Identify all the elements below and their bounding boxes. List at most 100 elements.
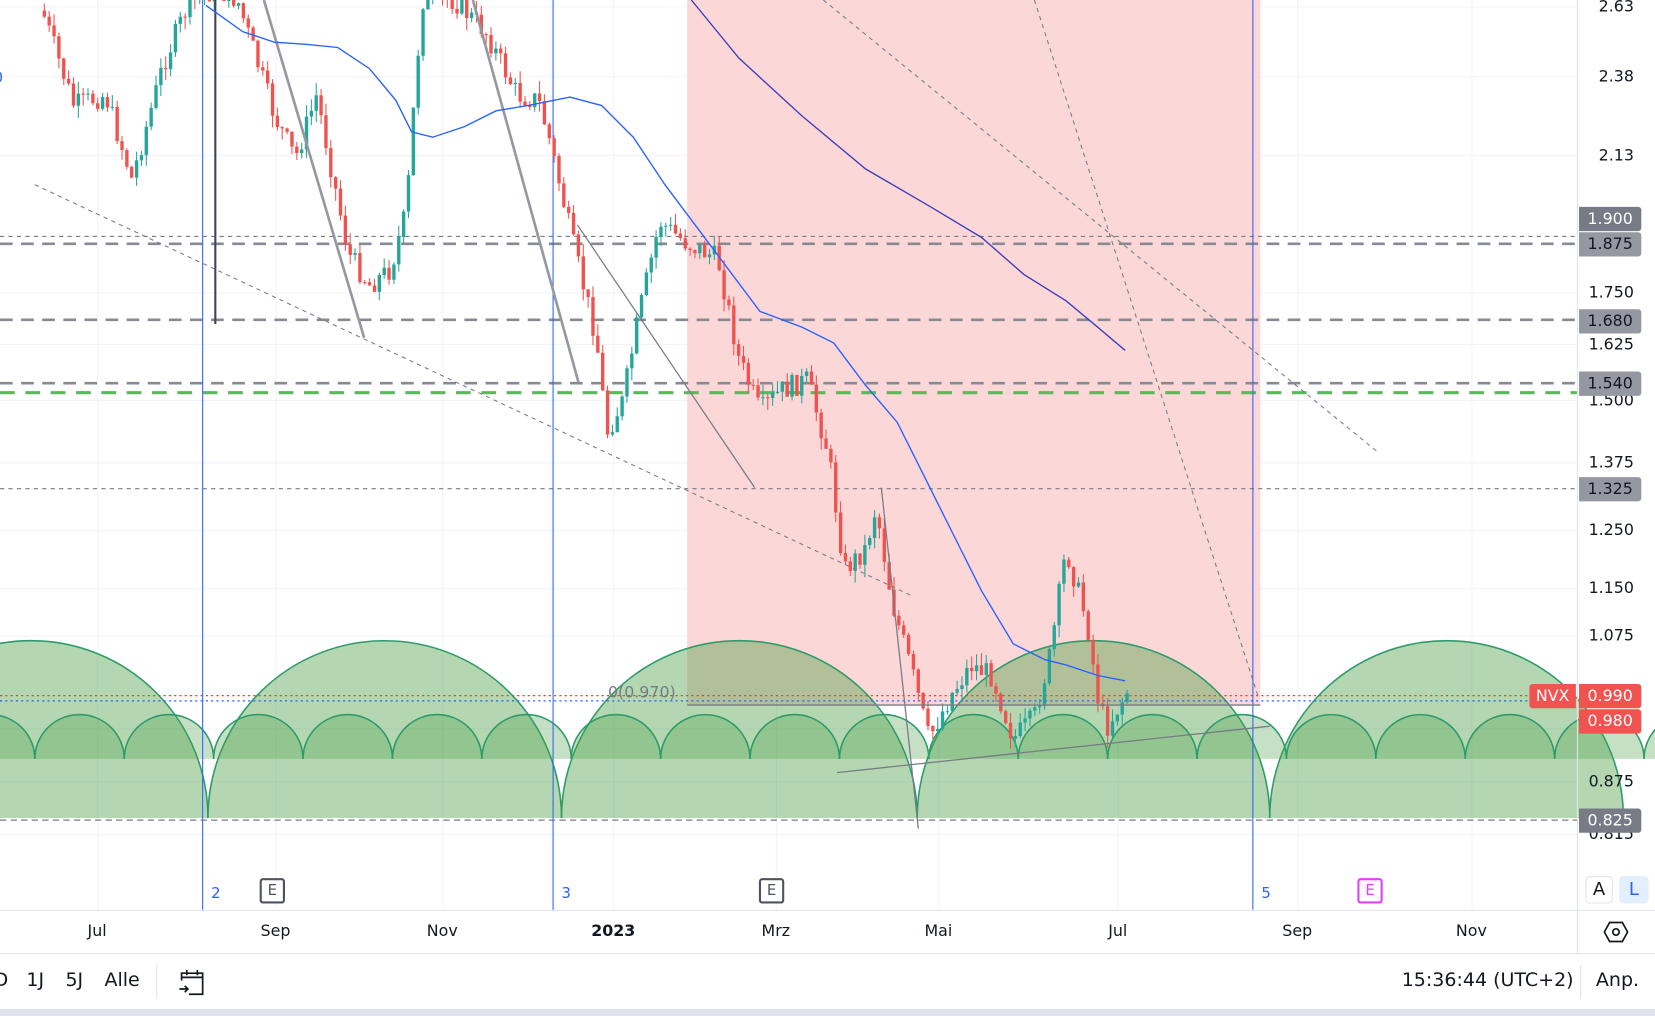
candle-body xyxy=(911,654,916,670)
candle-body xyxy=(105,97,110,108)
candle-body xyxy=(1062,559,1066,584)
price-chart[interactable]: 0(0.970) xyxy=(0,0,1655,1016)
candle-body xyxy=(261,67,265,71)
candle-body xyxy=(994,686,998,694)
candle-body xyxy=(542,101,547,125)
candle-body xyxy=(770,392,775,398)
candle-body xyxy=(81,93,85,95)
range-button-1j[interactable]: 1J xyxy=(26,969,44,991)
candle-body xyxy=(173,23,178,53)
range-button-d[interactable]: D xyxy=(0,969,8,991)
candle-body xyxy=(222,0,226,1)
range-button-all[interactable]: Alle xyxy=(104,969,139,991)
adjust-button[interactable]: Anp. xyxy=(1596,969,1639,991)
price-label-box: 1.900 xyxy=(1579,206,1642,232)
candle-body xyxy=(275,115,280,128)
candle-body xyxy=(343,215,348,245)
calendar-arrow-icon[interactable] xyxy=(176,966,208,998)
candle-body xyxy=(902,625,906,635)
candle-body xyxy=(678,233,683,239)
candle-body xyxy=(100,97,105,109)
earnings-marker[interactable]: E xyxy=(758,878,785,904)
candle-body xyxy=(751,384,755,386)
candle-body xyxy=(756,385,760,398)
candle-body xyxy=(829,448,833,463)
candle-body xyxy=(110,106,114,108)
candle-body xyxy=(970,667,974,672)
candle-body xyxy=(620,396,624,417)
candle-body xyxy=(858,553,862,565)
candle-body xyxy=(1052,625,1056,650)
log-scale-button[interactable]: L xyxy=(1619,876,1649,904)
candle-body xyxy=(460,0,464,14)
candle-body xyxy=(533,93,537,108)
candle-body xyxy=(698,244,702,254)
candle-body xyxy=(314,95,318,111)
candle-body xyxy=(615,416,619,433)
candle-body xyxy=(897,615,901,626)
candle-body xyxy=(868,538,872,546)
candle-body xyxy=(338,188,343,216)
candle-body xyxy=(91,93,95,104)
cycle-arcs xyxy=(0,639,1655,819)
toolbar-divider xyxy=(1580,964,1582,999)
time-tick-label: Jul xyxy=(1108,921,1128,941)
candle-body xyxy=(664,225,668,227)
candle-body xyxy=(1120,702,1124,715)
settings-icon[interactable] xyxy=(1603,920,1629,943)
price-label-box: 0.990 xyxy=(1579,683,1642,709)
candle-body xyxy=(610,432,615,435)
candle-body xyxy=(236,3,241,6)
candle-body xyxy=(246,18,250,28)
candle-body xyxy=(916,669,920,693)
auto-scale-button[interactable]: A xyxy=(1585,876,1613,904)
candle-body xyxy=(168,52,173,70)
candle-body xyxy=(673,224,678,234)
candle-body xyxy=(71,83,76,106)
candle-body xyxy=(843,552,848,562)
candle-body xyxy=(178,16,182,24)
candle-body xyxy=(940,711,945,730)
candle-body xyxy=(372,285,377,292)
candle-body xyxy=(1033,707,1037,711)
candle-body xyxy=(736,344,741,356)
candle-body xyxy=(634,317,639,354)
candle-body xyxy=(819,412,823,439)
candle-body xyxy=(1018,722,1022,737)
candle-body xyxy=(392,264,396,280)
candle-body xyxy=(809,371,814,385)
range-button-5j[interactable]: 5J xyxy=(65,969,83,991)
time-tick-label: Nov xyxy=(426,921,458,941)
chart-window: 0(0.970) 0 2.632.382.131.7501.6251.5001.… xyxy=(0,0,1655,1016)
symbol-label: NVX xyxy=(1529,683,1576,709)
candle-body xyxy=(164,68,168,70)
candle-body xyxy=(668,224,673,226)
cycle-label-3: 3 xyxy=(561,885,571,903)
candle-body xyxy=(1037,705,1042,708)
price-tick-label: 2.13 xyxy=(1598,145,1634,165)
price-tick-label: 1.250 xyxy=(1588,520,1634,540)
candle-body xyxy=(707,254,712,258)
earnings-marker[interactable]: E xyxy=(259,878,285,904)
candle-body xyxy=(571,212,576,235)
candle-body xyxy=(1086,611,1090,640)
fib-zero-label: 0(0.970) xyxy=(608,683,676,702)
candle-body xyxy=(76,93,81,106)
candle-body xyxy=(644,272,649,296)
clock-timezone[interactable]: 15:36:44 (UTC+2) xyxy=(1402,969,1574,991)
candle-body xyxy=(377,274,382,292)
left-edge-label: 0 xyxy=(0,70,3,87)
earnings-marker-upcoming[interactable]: E xyxy=(1357,878,1383,904)
candle-body xyxy=(465,0,469,19)
candle-body xyxy=(804,371,809,376)
candle-body xyxy=(47,16,51,26)
price-label-box: 1.325 xyxy=(1579,477,1642,502)
candle-body xyxy=(926,708,930,727)
candle-body xyxy=(882,528,886,562)
candle-body xyxy=(1096,664,1100,704)
price-label-box: 1.680 xyxy=(1579,309,1642,334)
price-tick-label: 1.075 xyxy=(1588,625,1634,645)
time-tick-label: Jul xyxy=(87,921,107,941)
candle-body xyxy=(353,253,357,255)
candle-body xyxy=(1023,718,1027,723)
